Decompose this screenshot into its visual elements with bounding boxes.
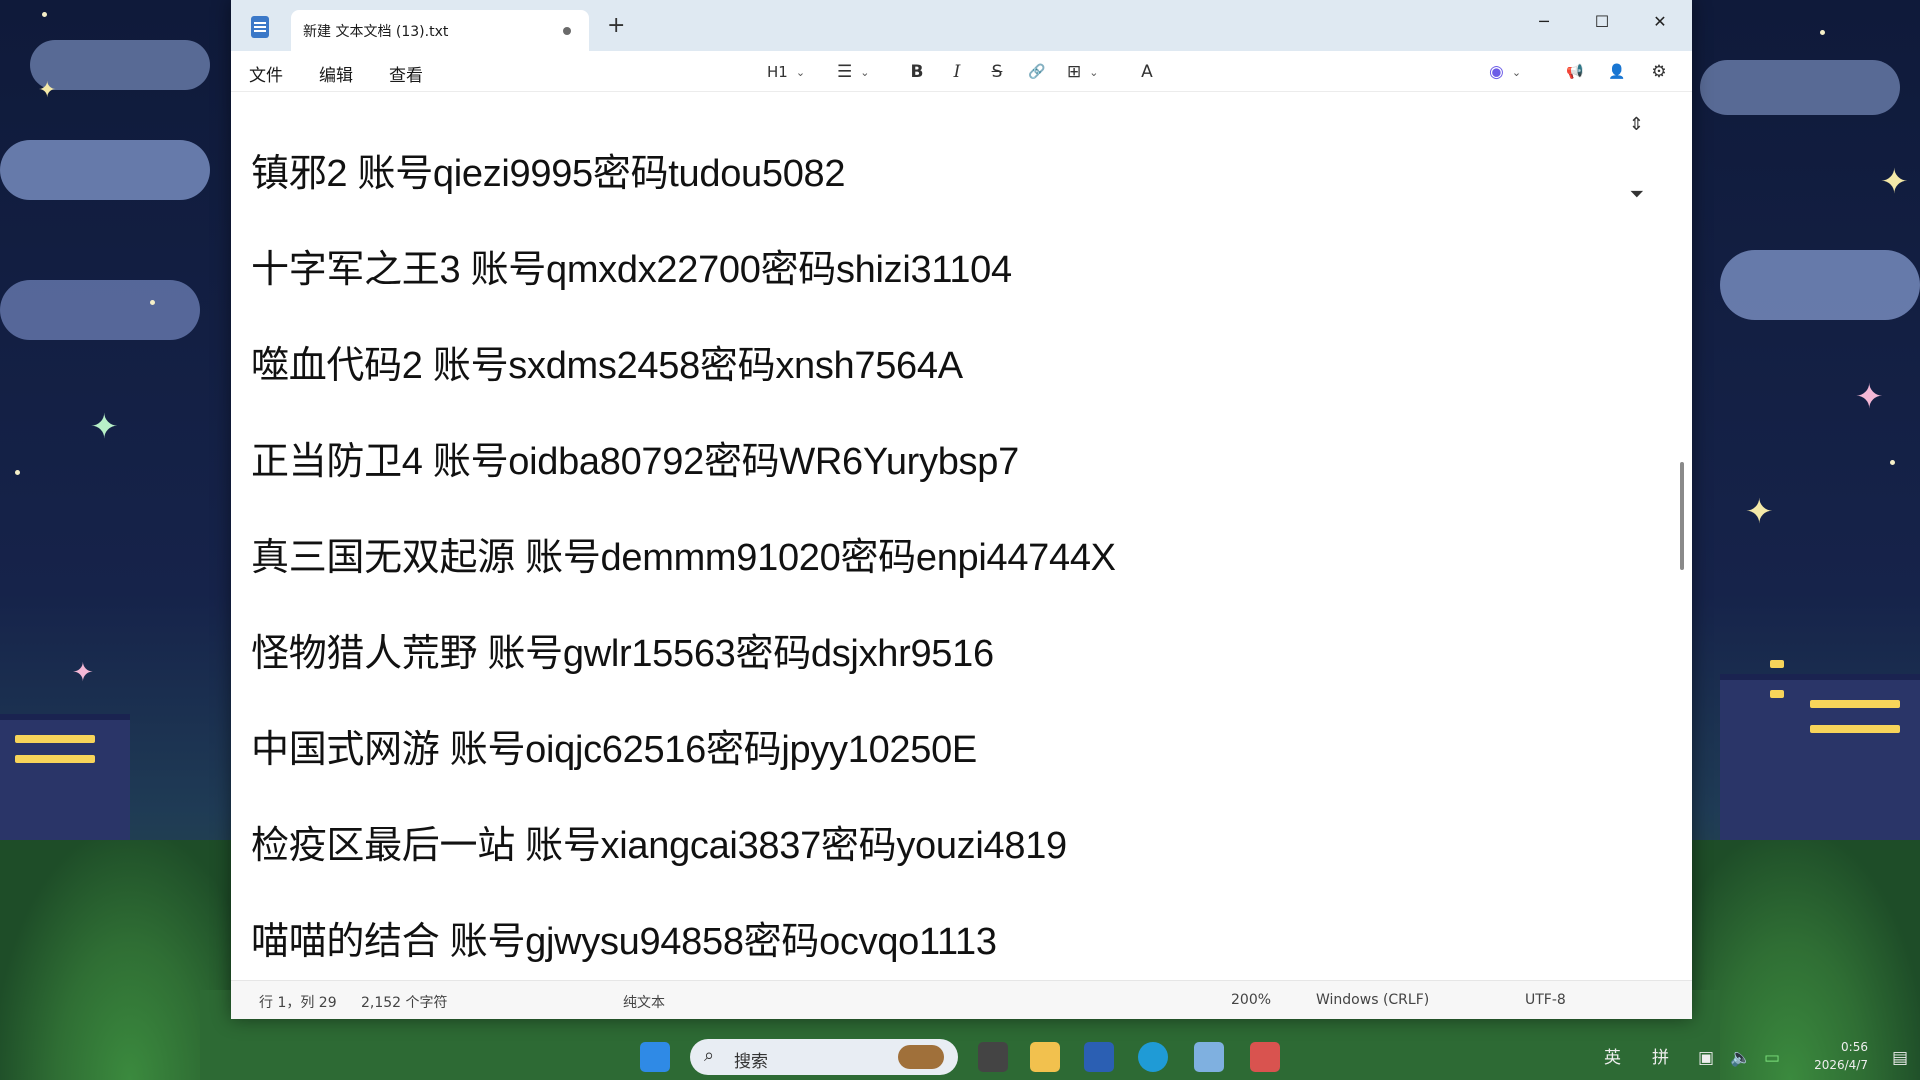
- table-icon: ⊞: [1067, 62, 1082, 82]
- list-dropdown[interactable]: ☰ ⌄: [837, 60, 869, 84]
- edge-icon[interactable]: [1138, 1042, 1168, 1072]
- star-icon: ✦: [72, 658, 94, 688]
- building-window: [1770, 690, 1784, 698]
- star-icon: ✦: [90, 407, 119, 447]
- windows-start-icon[interactable]: [640, 1042, 670, 1072]
- menu-view[interactable]: 查看: [389, 61, 423, 86]
- chevron-down-icon: ⌄: [860, 65, 870, 79]
- unsaved-dot-icon[interactable]: [563, 27, 571, 35]
- settings-gear-icon[interactable]: ⚙: [1647, 60, 1671, 84]
- text-line: 检疫区最后一站 账号xiangcai3837密码youzi4819: [251, 825, 1067, 867]
- text-line: 十字军之王3 账号qmxdx22700密码shizi31104: [251, 249, 1012, 291]
- star-icon: ✦: [1855, 377, 1884, 417]
- account-icon[interactable]: 👤: [1605, 60, 1629, 84]
- building-window: [15, 755, 95, 763]
- notepad-icon: [251, 16, 269, 38]
- building-window: [15, 735, 95, 743]
- cloud: [1720, 250, 1920, 320]
- menu-bar: 文件 编辑 查看 H1 ⌄ ☰ ⌄ B I S 🔗 ⊞ ⌄ A ◉ ⌄ 📢 👤 ⚙: [231, 51, 1692, 92]
- cloud: [0, 140, 210, 200]
- clock-date: 2026/4/7: [1814, 1058, 1868, 1072]
- notepad-window: 新建 文本文档 (13).txt + ─ ☐ ✕ 文件 编辑 查看 H1 ⌄ ☰ ⌄…: [231, 0, 1692, 1019]
- title-bar: 新建 文本文档 (13).txt + ─ ☐ ✕: [231, 0, 1692, 51]
- status-bar: 行 1，列 29 2,152 个字符 纯文本 200% Windows (CRL…: [231, 980, 1692, 1019]
- text-line: 镇邪2 账号qiezi9995密码tudou5082: [251, 153, 846, 195]
- task-view-icon[interactable]: [978, 1042, 1008, 1072]
- list-icon: ☰: [837, 62, 853, 82]
- star-dot: [1890, 460, 1895, 465]
- menu-edit[interactable]: 编辑: [319, 61, 353, 86]
- share-icon[interactable]: 📢: [1563, 60, 1587, 84]
- chevron-down-icon: ⌄: [1089, 65, 1099, 79]
- ime-mode[interactable]: 拼: [1652, 1043, 1669, 1068]
- app-icon[interactable]: [1250, 1042, 1280, 1072]
- file-explorer-icon[interactable]: [1030, 1042, 1060, 1072]
- menu-file[interactable]: 文件: [249, 61, 283, 86]
- battery-icon[interactable]: ▭: [1764, 1048, 1780, 1068]
- text-line: 怪物猎人荒野 账号gwlr15563密码dsjxhr9516: [251, 633, 994, 675]
- star-dot: [42, 12, 47, 17]
- clock[interactable]: 0:56 2026/4/7: [1814, 1038, 1868, 1074]
- search-box[interactable]: ⌕ 搜索: [690, 1039, 958, 1075]
- star-icon: ✦: [38, 78, 57, 103]
- text-line: 噬血代码2 账号sxdms2458密码xnsh7564A: [251, 345, 963, 387]
- table-dropdown[interactable]: ⊞ ⌄: [1067, 60, 1098, 84]
- bold-button[interactable]: B: [905, 60, 929, 84]
- spellcheck-icon[interactable]: A: [1135, 60, 1159, 84]
- notification-icon[interactable]: ▤: [1892, 1048, 1908, 1068]
- store-icon[interactable]: [1084, 1042, 1114, 1072]
- encoding[interactable]: UTF-8: [1525, 992, 1566, 1008]
- chevron-down-icon: ⌄: [795, 65, 806, 79]
- heading-dropdown[interactable]: H1 ⌄: [767, 60, 805, 84]
- taskbar: ⌕ 搜索 英 拼 ▣ 🔈 ▭ 0:56 2026/4/7 ▤: [0, 1034, 1920, 1080]
- network-icon[interactable]: ▣: [1698, 1048, 1714, 1068]
- cursor-position: 行 1，列 29: [259, 995, 337, 1011]
- heading-label: H1: [767, 63, 788, 81]
- star-icon: ✦: [1880, 162, 1909, 202]
- new-tab-button[interactable]: +: [607, 15, 625, 37]
- copilot-icon: ◉: [1489, 62, 1504, 82]
- zoom-level[interactable]: 200%: [1231, 992, 1271, 1008]
- copilot-dropdown[interactable]: ◉ ⌄: [1489, 60, 1521, 84]
- tab-document[interactable]: 新建 文本文档 (13).txt: [291, 10, 589, 51]
- building-window: [1810, 700, 1900, 708]
- building-window: [1810, 725, 1900, 733]
- text-line: 中国式网游 账号oiqjc62516密码jpyy10250E: [251, 729, 977, 771]
- cloud: [1700, 60, 1900, 115]
- search-placeholder: 搜索: [734, 1052, 768, 1072]
- ime-language[interactable]: 英: [1604, 1043, 1621, 1068]
- star-dot: [1820, 30, 1825, 35]
- search-highlight-icon: [898, 1045, 944, 1069]
- text-line: 正当防卫4 账号oidba80792密码WR6Yurybsp7: [251, 441, 1019, 483]
- notepad-taskbar-icon[interactable]: [1194, 1042, 1224, 1072]
- link-icon[interactable]: 🔗: [1025, 60, 1049, 84]
- scroll-down-icon[interactable]: ⏷: [1630, 184, 1644, 205]
- character-count: 2,152 个字符: [361, 995, 448, 1011]
- tab-title: 新建 文本文档 (13).txt: [303, 24, 449, 40]
- minimize-button[interactable]: ─: [1516, 6, 1572, 36]
- clock-time: 0:56: [1841, 1040, 1868, 1054]
- star-dot: [15, 470, 20, 475]
- close-button[interactable]: ✕: [1632, 6, 1688, 36]
- italic-button[interactable]: I: [945, 60, 969, 84]
- collapse-expand-icon[interactable]: ⇕: [1629, 114, 1644, 135]
- chevron-down-icon: ⌄: [1511, 65, 1522, 79]
- search-icon: ⌕: [704, 1045, 715, 1066]
- text-editor[interactable]: 镇邪2 账号qiezi9995密码tudou5082 十字军之王3 账号qmxd…: [231, 92, 1692, 981]
- line-ending[interactable]: Windows (CRLF): [1316, 992, 1429, 1008]
- cloud: [30, 40, 210, 90]
- strikethrough-button[interactable]: S: [985, 60, 1009, 84]
- building-window: [1770, 660, 1784, 668]
- star-icon: ✦: [1745, 492, 1774, 532]
- vertical-scrollbar[interactable]: [1680, 462, 1684, 570]
- text-format[interactable]: 纯文本: [623, 992, 665, 1012]
- text-line: 真三国无双起源 账号demmm91020密码enpi44744X: [251, 537, 1116, 579]
- star-dot: [150, 300, 155, 305]
- maximize-button[interactable]: ☐: [1574, 6, 1630, 36]
- volume-icon[interactable]: 🔈: [1730, 1048, 1751, 1068]
- cloud: [0, 280, 200, 340]
- text-line: 喵喵的结合 账号gjwysu94858密码ocvqo1113: [251, 921, 997, 963]
